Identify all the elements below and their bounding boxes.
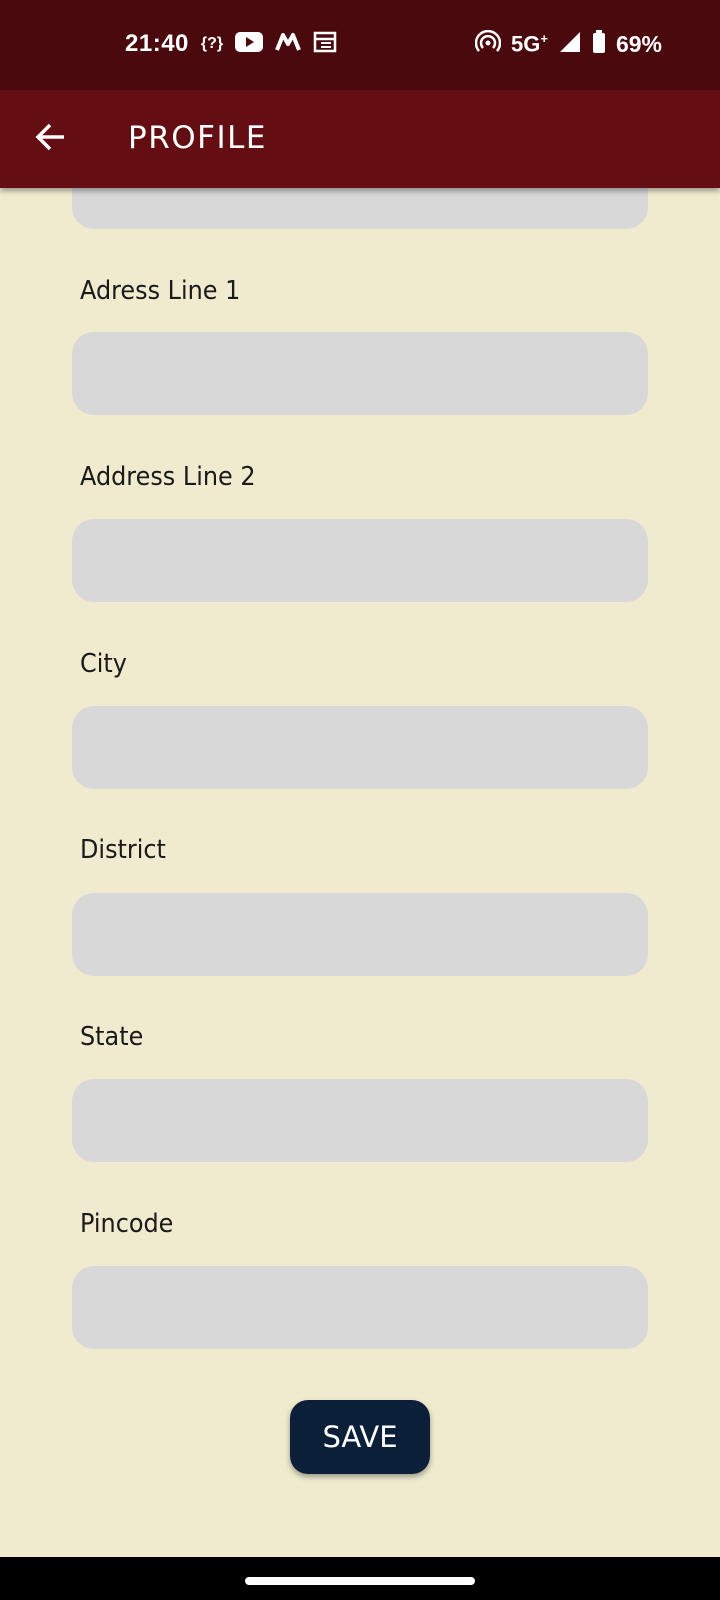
address-line-1-input[interactable] xyxy=(72,332,648,415)
hotspot-icon xyxy=(474,29,502,59)
pincode-label: Pincode xyxy=(80,1209,174,1239)
city-input[interactable] xyxy=(72,706,648,789)
network-type: 5G+ xyxy=(511,31,548,57)
back-button[interactable] xyxy=(28,117,72,161)
page-title: PROFILE xyxy=(128,120,267,156)
m-app-icon xyxy=(275,32,301,57)
state-label: State xyxy=(80,1022,144,1052)
status-bar: 21:40 {?} 5G+ 69% xyxy=(0,0,720,90)
network-label: 5G xyxy=(511,31,541,57)
app-bar: PROFILE xyxy=(0,90,720,188)
state-input[interactable] xyxy=(72,1079,648,1162)
previous-field-input[interactable] xyxy=(72,188,648,229)
status-indicator: {?} xyxy=(200,35,224,52)
youtube-icon xyxy=(235,31,264,57)
address-line-1-label: Adress Line 1 xyxy=(80,276,241,306)
address-line-2-input[interactable] xyxy=(72,519,648,602)
pincode-input[interactable] xyxy=(72,1266,648,1349)
arrow-left-icon xyxy=(34,122,66,156)
city-label: City xyxy=(80,649,127,679)
battery-icon xyxy=(592,30,606,59)
profile-screen: 21:40 {?} 5G+ 69% PROFILE Adress Line 1 … xyxy=(0,0,720,1600)
save-button[interactable]: SAVE xyxy=(290,1400,430,1474)
address-line-2-label: Address Line 2 xyxy=(80,462,256,492)
calendar-icon xyxy=(313,31,337,58)
signal-icon xyxy=(558,30,582,59)
status-left: 21:40 {?} xyxy=(125,30,337,58)
battery-level: 69% xyxy=(615,31,662,57)
status-time: 21:40 xyxy=(125,30,189,57)
status-right: 5G+ 69% xyxy=(474,29,662,59)
district-input[interactable] xyxy=(72,893,648,976)
district-label: District xyxy=(80,835,166,865)
home-gesture-handle[interactable] xyxy=(245,1577,475,1585)
